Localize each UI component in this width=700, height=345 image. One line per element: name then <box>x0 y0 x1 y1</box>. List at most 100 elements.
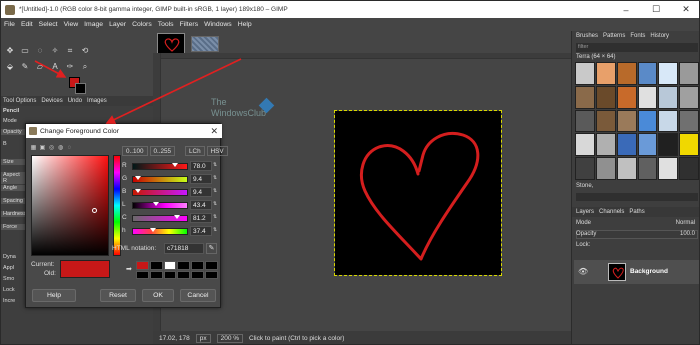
lasso-icon[interactable]: ◌ <box>34 45 46 57</box>
spinner-icon[interactable]: ⇅ <box>213 162 217 168</box>
lch-button[interactable]: LCh <box>185 145 205 156</box>
transform-icon[interactable]: ⟲ <box>79 45 91 57</box>
menu-filters[interactable]: Filters <box>180 21 199 28</box>
brush-preset[interactable] <box>575 109 595 133</box>
crop-icon[interactable]: ⌗ <box>64 45 76 57</box>
slider-l[interactable]: L 43.4 ⇅ <box>122 200 218 211</box>
maximize-button[interactable]: ☐ <box>641 1 671 18</box>
close-button[interactable]: ✕ <box>671 1 699 18</box>
history-color-swatch[interactable] <box>191 270 205 279</box>
lock-brush-label[interactable]: Lock <box>1 287 25 293</box>
cmyk-selector-icon[interactable]: ▣ <box>39 145 46 152</box>
triangle-selector-icon[interactable]: ◎ <box>48 145 55 152</box>
fuzzy-select-icon[interactable]: ✧ <box>49 45 61 57</box>
brush-preset[interactable] <box>679 62 699 85</box>
brush-preset[interactable] <box>658 109 679 133</box>
brush-preset[interactable] <box>616 133 637 157</box>
cancel-button[interactable]: Cancel <box>180 289 216 302</box>
unit-selector[interactable]: px <box>195 334 211 343</box>
color-picker-button[interactable]: ✎ <box>206 243 217 254</box>
slider-track[interactable] <box>132 228 188 235</box>
slider-handle-icon[interactable] <box>173 215 180 219</box>
help-button[interactable]: Help <box>32 289 76 302</box>
brush-filter-input[interactable]: filter <box>576 43 698 52</box>
smooth-stroke-label[interactable]: Smo <box>1 276 25 282</box>
brush-preset[interactable] <box>658 157 679 180</box>
slider-track[interactable] <box>132 202 188 209</box>
slider-value[interactable]: 9.4 <box>190 174 212 184</box>
menu-layer[interactable]: Layer <box>109 21 126 28</box>
paint-bucket-icon[interactable]: ⬙ <box>4 61 16 73</box>
tab-brushes[interactable]: Brushes <box>576 33 598 39</box>
html-notation-input[interactable]: c71818 <box>164 243 204 254</box>
tab-layers[interactable]: Layers <box>576 209 594 215</box>
brush-preset[interactable] <box>575 133 595 157</box>
brush-preset[interactable] <box>575 62 595 85</box>
spinner-icon[interactable]: ⇅ <box>213 214 217 220</box>
slider-r[interactable]: R 78.0 ⇅ <box>122 161 218 172</box>
spinner-icon[interactable]: ⇅ <box>213 188 217 194</box>
slider-b[interactable]: B 9.4 ⇅ <box>122 187 218 198</box>
gimp-selector-icon[interactable]: ▦ <box>30 145 37 152</box>
slider-track[interactable] <box>132 215 188 222</box>
wheel-selector-icon[interactable]: ◌ <box>66 145 73 152</box>
menu-help[interactable]: Help <box>238 21 252 28</box>
add-to-history-arrow[interactable]: ➡ <box>126 265 132 273</box>
menu-image[interactable]: Image <box>84 21 103 28</box>
image-canvas[interactable] <box>334 110 502 276</box>
scale-0-255-button[interactable]: 0..255 <box>149 145 176 156</box>
brush-preset[interactable] <box>679 85 699 109</box>
brush-preset[interactable] <box>616 109 637 133</box>
brush-preset[interactable] <box>679 133 699 157</box>
brush-preset[interactable] <box>658 85 679 109</box>
hsv-button[interactable]: HSV <box>206 145 228 156</box>
menu-windows[interactable]: Windows <box>204 21 232 28</box>
menu-file[interactable]: File <box>4 21 15 28</box>
history-color-swatch[interactable] <box>149 270 163 279</box>
brush-preset[interactable] <box>658 133 679 157</box>
history-color-swatch[interactable] <box>163 261 177 270</box>
history-color-swatch[interactable] <box>149 261 163 270</box>
slider-handle-icon[interactable] <box>153 202 160 206</box>
slider-track[interactable] <box>132 176 188 183</box>
dialog-close-button[interactable]: ✕ <box>210 126 218 137</box>
tab-history[interactable]: History <box>650 33 669 39</box>
saturation-value-square[interactable] <box>31 155 109 256</box>
brush-preset[interactable] <box>679 109 699 133</box>
layer-row[interactable]: 👁 Background <box>574 260 699 284</box>
spinner-icon[interactable]: ⇅ <box>213 201 217 207</box>
history-color-swatch[interactable] <box>205 261 218 270</box>
eraser-icon[interactable]: ▱ <box>34 61 46 73</box>
color-picker-icon[interactable]: ✑ <box>64 61 76 73</box>
menu-colors[interactable]: Colors <box>132 21 152 28</box>
move-tool-icon[interactable]: ✥ <box>4 45 16 57</box>
tab-channels[interactable]: Channels <box>599 209 624 215</box>
history-color-swatch[interactable] <box>177 261 191 270</box>
menu-edit[interactable]: Edit <box>21 21 33 28</box>
dynamics-label[interactable]: Dyna <box>1 254 25 260</box>
history-color-swatch[interactable] <box>136 270 149 279</box>
slider-value[interactable]: 78.0 <box>190 161 212 171</box>
tab-devices[interactable]: Devices <box>41 98 62 104</box>
slider-h[interactable]: h 37.4 ⇅ <box>122 226 218 237</box>
tab-images[interactable]: Images <box>87 98 107 104</box>
menu-select[interactable]: Select <box>39 21 58 28</box>
menu-view[interactable]: View <box>64 21 79 28</box>
rect-select-icon[interactable]: ▭ <box>19 45 31 57</box>
brush-preset[interactable] <box>637 109 658 133</box>
incremental-label[interactable]: Incre <box>1 298 25 304</box>
image-tab-thumbnail[interactable] <box>157 33 185 55</box>
menu-tools[interactable]: Tools <box>158 21 174 28</box>
slider-value[interactable]: 37.4 <box>190 226 212 236</box>
slider-track[interactable] <box>132 163 188 170</box>
watercolor-selector-icon[interactable]: ◍ <box>57 145 64 152</box>
brush-preview-thumbnail[interactable] <box>191 36 219 52</box>
brush-preset[interactable] <box>595 85 616 109</box>
eye-icon[interactable]: 👁 <box>578 267 588 276</box>
reset-button[interactable]: Reset <box>100 289 136 302</box>
brush-preset[interactable] <box>595 62 616 85</box>
history-color-swatch[interactable] <box>136 261 149 270</box>
brush-spacing-slider[interactable] <box>576 193 698 201</box>
tab-undo[interactable]: Undo <box>68 98 82 104</box>
brush-preset[interactable] <box>595 109 616 133</box>
